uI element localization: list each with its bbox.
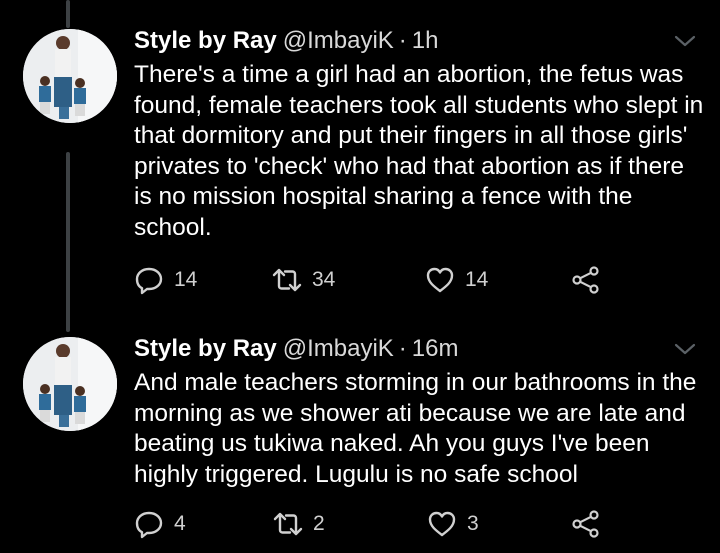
- reply-icon: [135, 267, 163, 295]
- handle[interactable]: @ImbayiK: [283, 335, 394, 362]
- retweet-icon: [273, 512, 303, 536]
- like-icon: [428, 511, 456, 537]
- action-bar: 14 34 14: [134, 265, 614, 299]
- handle[interactable]: @ImbayiK: [283, 27, 394, 54]
- retweet-count: 34: [312, 268, 336, 291]
- avatar-photo: [23, 29, 117, 123]
- separator-dot: ·: [398, 27, 407, 54]
- retweet-button[interactable]: 2: [273, 509, 325, 539]
- chevron-down-icon[interactable]: [674, 342, 696, 356]
- avatar-photo: [23, 337, 117, 431]
- avatar[interactable]: [23, 29, 117, 123]
- timestamp[interactable]: 1h: [412, 27, 439, 54]
- timestamp[interactable]: 16m: [412, 335, 459, 362]
- like-count: 3: [467, 512, 479, 535]
- share-icon: [572, 266, 599, 294]
- retweet-icon: [272, 268, 302, 292]
- like-button[interactable]: 14: [425, 265, 488, 295]
- reply-button[interactable]: 4: [134, 509, 186, 539]
- separator-dot: ·: [398, 335, 407, 362]
- reply-count: 4: [174, 512, 186, 535]
- share-icon: [572, 510, 599, 538]
- tweet-text: There's a time a girl had an abortion, t…: [134, 61, 704, 241]
- reply-button[interactable]: 14: [134, 265, 197, 295]
- share-button[interactable]: [571, 509, 601, 539]
- display-name[interactable]: Style by Ray: [134, 335, 277, 362]
- tweet-text: And male teachers storming in our bathro…: [134, 369, 697, 488]
- avatar[interactable]: [23, 337, 117, 431]
- reply-icon: [135, 511, 163, 539]
- action-bar: 4 2 3: [134, 509, 614, 543]
- like-button[interactable]: 3: [427, 509, 479, 539]
- tweet-header: Style by Ray @ImbayiK · 16m: [134, 335, 680, 363]
- share-button[interactable]: [571, 265, 601, 295]
- tweet[interactable]: Style by Ray @ImbayiK · 16m And male teache…: [0, 322, 720, 553]
- tweet[interactable]: Style by Ray @ImbayiK · 1h There's a time a…: [0, 0, 720, 320]
- like-count: 14: [465, 268, 489, 291]
- like-icon: [426, 267, 454, 293]
- retweet-button[interactable]: 34: [272, 265, 335, 295]
- tweet-header: Style by Ray @ImbayiK · 1h: [134, 27, 680, 55]
- display-name[interactable]: Style by Ray: [134, 27, 277, 54]
- reply-count: 14: [174, 268, 198, 291]
- retweet-count: 2: [313, 512, 325, 535]
- chevron-down-icon[interactable]: [674, 34, 696, 48]
